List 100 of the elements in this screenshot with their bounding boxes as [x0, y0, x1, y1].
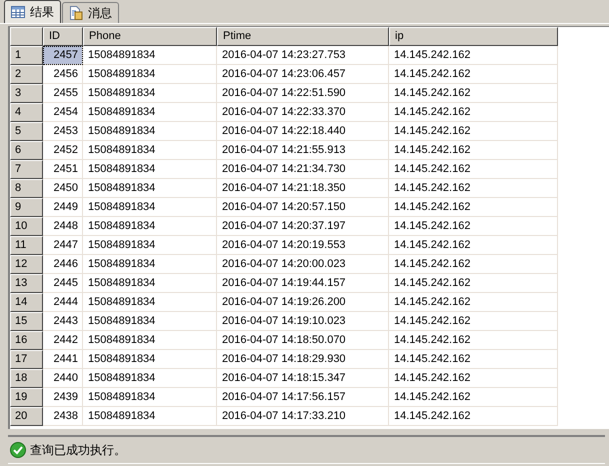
- table-cell: 2016-04-07 14:17:33.210: [217, 407, 389, 426]
- row-header[interactable]: 6: [10, 141, 43, 160]
- table-cell: 14.145.242.162: [389, 46, 558, 65]
- table-cell: 14.145.242.162: [389, 84, 558, 103]
- row-header[interactable]: 10: [10, 217, 43, 236]
- table-cell: 2442: [43, 331, 83, 350]
- table-cell: 2016-04-07 14:21:55.913: [217, 141, 389, 160]
- table-cell: 2452: [43, 141, 83, 160]
- table-cell: 14.145.242.162: [389, 312, 558, 331]
- column-header[interactable]: ip: [389, 27, 558, 46]
- row-header[interactable]: 13: [10, 274, 43, 293]
- tab[interactable]: 消息: [62, 2, 119, 23]
- table-cell: 15084891834: [83, 350, 217, 369]
- row-header[interactable]: 4: [10, 103, 43, 122]
- table-cell: 15084891834: [83, 407, 217, 426]
- table-cell: 14.145.242.162: [389, 255, 558, 274]
- row-header[interactable]: 8: [10, 179, 43, 198]
- table-cell: 2448: [43, 217, 83, 236]
- row-header[interactable]: 3: [10, 84, 43, 103]
- column-header[interactable]: ID: [43, 27, 83, 46]
- table-cell: 2016-04-07 14:20:57.150: [217, 198, 389, 217]
- table-cell: 2440: [43, 369, 83, 388]
- table-cell: 2456: [43, 65, 83, 84]
- table-cell: 15084891834: [83, 46, 217, 65]
- row-header[interactable]: 15: [10, 312, 43, 331]
- table-cell: 2016-04-07 14:22:51.590: [217, 84, 389, 103]
- table-cell: 2449: [43, 198, 83, 217]
- table-cell: 15084891834: [83, 369, 217, 388]
- table-cell: 15084891834: [83, 103, 217, 122]
- row-header[interactable]: 2: [10, 65, 43, 84]
- table-cell: 14.145.242.162: [389, 141, 558, 160]
- table-cell: 2439: [43, 388, 83, 407]
- table-cell: 2446: [43, 255, 83, 274]
- row-header[interactable]: 1: [10, 46, 43, 65]
- table-cell: 15084891834: [83, 122, 217, 141]
- row-header[interactable]: 17: [10, 350, 43, 369]
- table-cell: 15084891834: [83, 236, 217, 255]
- table-cell: 14.145.242.162: [389, 217, 558, 236]
- table-cell: 2016-04-07 14:21:34.730: [217, 160, 389, 179]
- table-cell: 14.145.242.162: [389, 198, 558, 217]
- table-cell: 15084891834: [83, 198, 217, 217]
- table-cell: 14.145.242.162: [389, 350, 558, 369]
- table-cell: 2016-04-07 14:22:18.440: [217, 122, 389, 141]
- row-header[interactable]: 11: [10, 236, 43, 255]
- status-message: 查询已成功执行。: [30, 442, 126, 458]
- table-cell: 15084891834: [83, 388, 217, 407]
- row-header[interactable]: 7: [10, 160, 43, 179]
- table-cell: 14.145.242.162: [389, 103, 558, 122]
- table-cell: 15084891834: [83, 312, 217, 331]
- table-cell: 2444: [43, 293, 83, 312]
- row-header[interactable]: 19: [10, 388, 43, 407]
- table-cell: 14.145.242.162: [389, 122, 558, 141]
- table-cell: 2441: [43, 350, 83, 369]
- table-cell: 2016-04-07 14:20:19.553: [217, 236, 389, 255]
- table-cell: 2455: [43, 84, 83, 103]
- grid-icon: [11, 6, 25, 18]
- table-cell: 14.145.242.162: [389, 407, 558, 426]
- table-cell: 2016-04-07 14:19:44.157: [217, 274, 389, 293]
- table-cell: 2016-04-07 14:21:18.350: [217, 179, 389, 198]
- table-cell: 2016-04-07 14:23:06.457: [217, 65, 389, 84]
- table-cell: 2447: [43, 236, 83, 255]
- row-header[interactable]: 9: [10, 198, 43, 217]
- tab[interactable]: 结果: [4, 0, 61, 23]
- success-check-icon: [10, 442, 26, 458]
- table-cell: 2016-04-07 14:17:56.157: [217, 388, 389, 407]
- table-cell: 2016-04-07 14:20:00.023: [217, 255, 389, 274]
- row-header[interactable]: 20: [10, 407, 43, 426]
- table-cell: 2438: [43, 407, 83, 426]
- table-cell: 2016-04-07 14:19:10.023: [217, 312, 389, 331]
- row-header[interactable]: 14: [10, 293, 43, 312]
- table-cell: 2454: [43, 103, 83, 122]
- column-header[interactable]: Phone: [83, 27, 217, 46]
- table-cell: 2457: [43, 46, 83, 65]
- table-cell: 14.145.242.162: [389, 369, 558, 388]
- table-cell: 15084891834: [83, 84, 217, 103]
- document-icon: [69, 6, 83, 20]
- table-cell: 2450: [43, 179, 83, 198]
- table-cell: 15084891834: [83, 255, 217, 274]
- table-cell: 15084891834: [83, 274, 217, 293]
- table-cell: 2016-04-07 14:19:26.200: [217, 293, 389, 312]
- table-cell: 2453: [43, 122, 83, 141]
- column-header[interactable]: Ptime: [217, 27, 389, 46]
- table-cell: 2016-04-07 14:23:27.753: [217, 46, 389, 65]
- table-cell: 14.145.242.162: [389, 388, 558, 407]
- row-header[interactable]: 12: [10, 255, 43, 274]
- table-cell: 15084891834: [83, 160, 217, 179]
- row-header[interactable]: 18: [10, 369, 43, 388]
- table-cell: 15084891834: [83, 179, 217, 198]
- table-cell: 2016-04-07 14:20:37.197: [217, 217, 389, 236]
- table-cell: 14.145.242.162: [389, 179, 558, 198]
- table-cell: 15084891834: [83, 217, 217, 236]
- table-cell: 14.145.242.162: [389, 160, 558, 179]
- table-cell: 2443: [43, 312, 83, 331]
- row-header[interactable]: 5: [10, 122, 43, 141]
- table-cell: 14.145.242.162: [389, 274, 558, 293]
- table-cell: 15084891834: [83, 293, 217, 312]
- table-cell: 14.145.242.162: [389, 331, 558, 350]
- table-cell: 14.145.242.162: [389, 293, 558, 312]
- table-cell: 2451: [43, 160, 83, 179]
- row-header[interactable]: 16: [10, 331, 43, 350]
